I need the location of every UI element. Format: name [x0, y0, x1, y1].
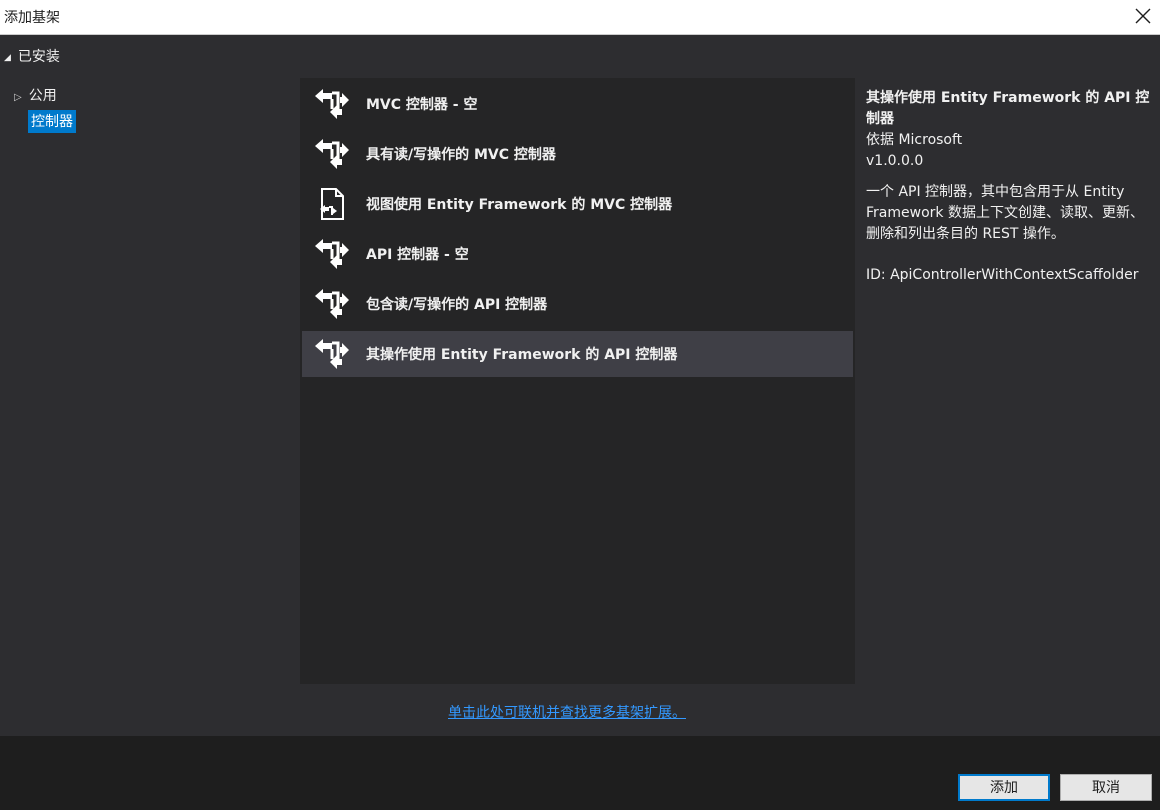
details-id: ID: ApiControllerWithContextScaffolder: [866, 267, 1139, 283]
template-item-api-empty[interactable]: API 控制器 - 空: [302, 231, 853, 277]
controller-icon: [315, 339, 349, 369]
template-item-api-ef[interactable]: 其操作使用 Entity Framework 的 API 控制器: [302, 331, 853, 377]
triangle-collapsed-icon: ▷: [14, 92, 22, 103]
template-item-mvc-empty[interactable]: MVC 控制器 - 空: [302, 81, 853, 127]
view-file-icon: [320, 188, 344, 220]
tree-item-label: 公用: [28, 88, 57, 104]
title-bar: 添加基架: [0, 0, 1160, 35]
close-icon[interactable]: [1132, 3, 1154, 29]
template-label: 视图使用 Entity Framework 的 MVC 控制器: [366, 197, 673, 213]
details-panel: 其操作使用 Entity Framework 的 API 控制器 依据 Micr…: [866, 88, 1154, 286]
template-label: 包含读/写操作的 API 控制器: [366, 297, 548, 313]
details-description: 一个 API 控制器，其中包含用于从 Entity Framework 数据上下…: [866, 184, 1144, 242]
tree-item-controller[interactable]: 控制器: [28, 110, 76, 133]
template-label: 具有读/写操作的 MVC 控制器: [366, 147, 556, 163]
details-author: 依据 Microsoft: [866, 132, 963, 148]
installed-label: 已安装: [17, 49, 60, 65]
window-title: 添加基架: [4, 10, 60, 26]
template-item-api-readwrite[interactable]: 包含读/写操作的 API 控制器: [302, 281, 853, 327]
template-list: MVC 控制器 - 空 具有读/写操作的 MVC 控制器 视图使用 Entity…: [300, 78, 855, 684]
template-label: 其操作使用 Entity Framework 的 API 控制器: [366, 347, 678, 363]
online-extensions-link[interactable]: 单击此处可联机并查找更多基架扩展。: [448, 702, 686, 722]
installed-header[interactable]: ◢ 已安装: [4, 46, 60, 66]
details-version: v1.0.0.0: [866, 153, 924, 169]
template-label: API 控制器 - 空: [366, 247, 469, 263]
template-item-mvc-views-ef[interactable]: 视图使用 Entity Framework 的 MVC 控制器: [302, 181, 853, 227]
tree-item-public[interactable]: ▷ 公用: [14, 85, 57, 105]
controller-icon: [315, 139, 349, 169]
controller-icon: [315, 89, 349, 119]
triangle-expanded-icon: ◢: [4, 53, 11, 63]
details-title: 其操作使用 Entity Framework 的 API 控制器: [866, 90, 1150, 127]
controller-icon: [315, 289, 349, 319]
tree-item-label: 控制器: [31, 114, 73, 130]
controller-icon: [315, 239, 349, 269]
template-label: MVC 控制器 - 空: [366, 97, 478, 113]
cancel-button[interactable]: 取消: [1060, 774, 1152, 801]
template-item-mvc-readwrite[interactable]: 具有读/写操作的 MVC 控制器: [302, 131, 853, 177]
add-button[interactable]: 添加: [958, 774, 1050, 801]
